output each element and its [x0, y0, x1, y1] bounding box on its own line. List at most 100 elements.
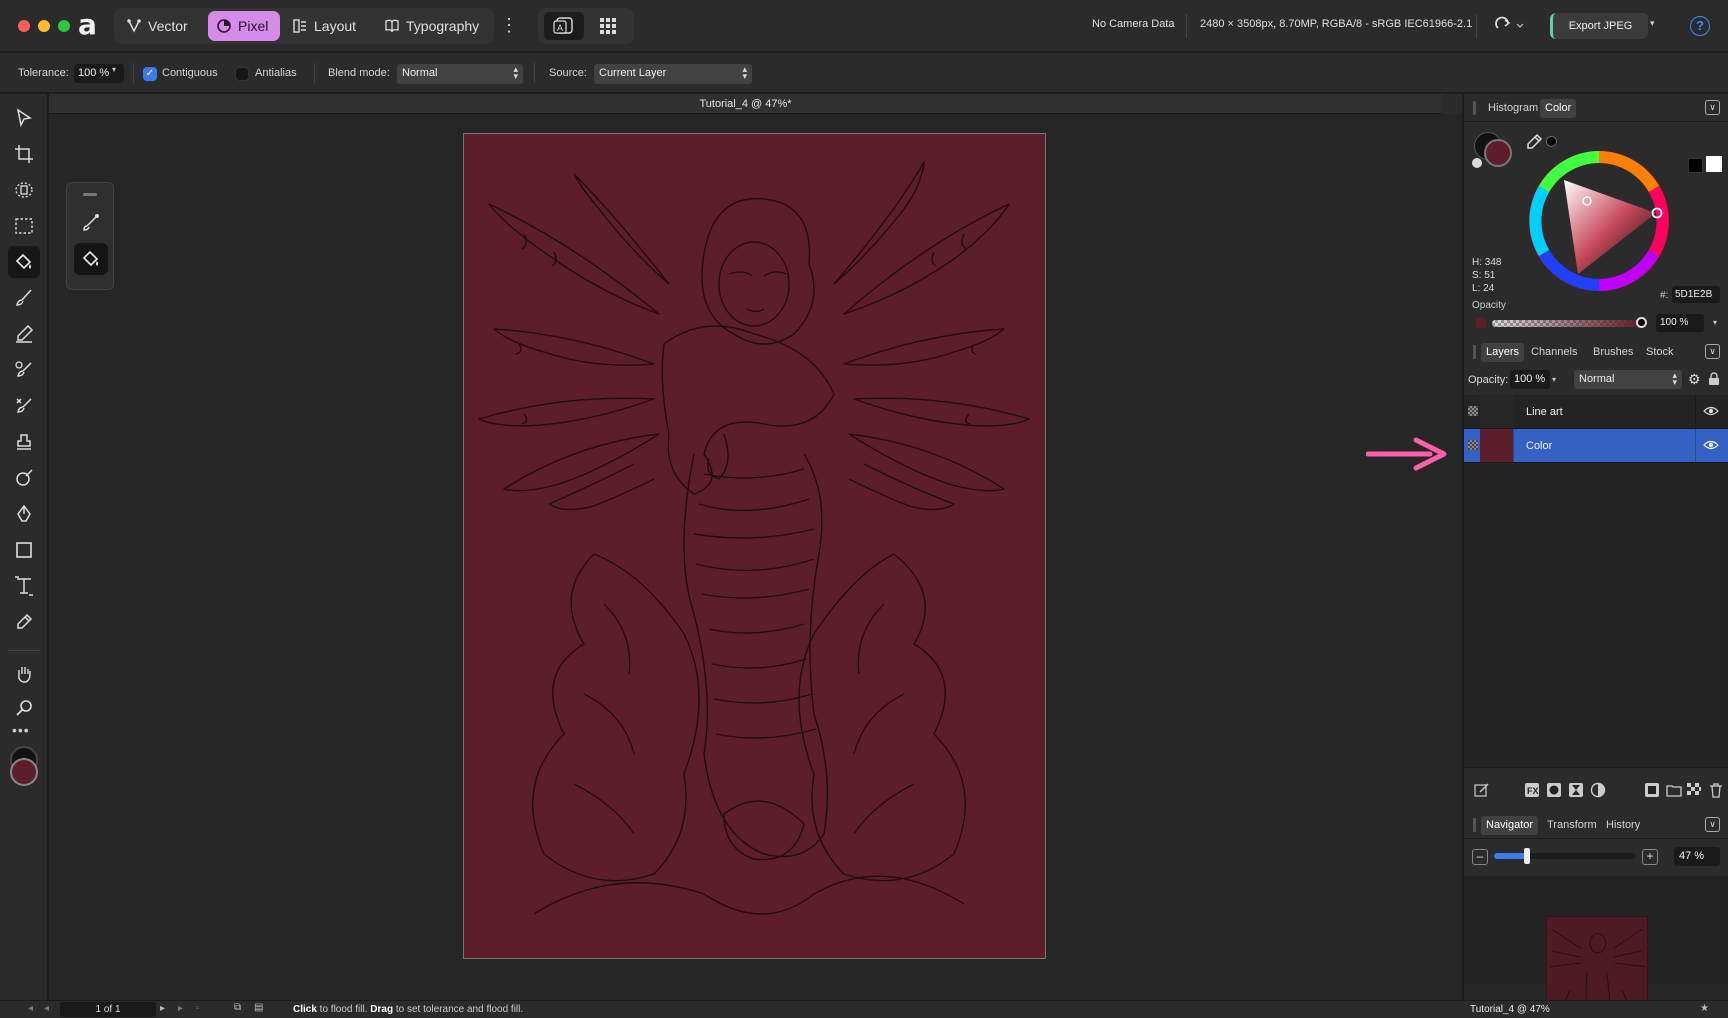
layer-blend-mode-select[interactable]: Normal ▴ ▾ [1574, 370, 1682, 389]
antialias-checkbox[interactable] [235, 67, 249, 81]
pixel-layer-icon[interactable] [1686, 782, 1702, 798]
no-color-swatch[interactable] [1472, 158, 1482, 168]
layout-persona-button[interactable]: Layout [284, 11, 370, 41]
window-close-button[interactable] [18, 20, 30, 32]
opacity-input[interactable]: 100 % [1656, 314, 1704, 332]
typography-persona-button[interactable]: Typography [376, 11, 490, 41]
pen-tool[interactable] [8, 498, 40, 530]
more-personas-button[interactable]: ⋮ [500, 14, 518, 38]
sync-button[interactable] [1490, 14, 1526, 38]
export-options-chevron-icon[interactable]: ▾ [1650, 18, 1655, 29]
pages-icon[interactable]: ⧉ [234, 1002, 241, 1013]
stroke-color-swatch[interactable] [1484, 139, 1512, 167]
opacity-chevron-down-icon[interactable]: ▾ [1708, 314, 1722, 332]
opacity-slider-handle[interactable] [1636, 317, 1647, 328]
tab-layers[interactable]: Layers [1481, 343, 1525, 362]
panel-collapse-chevron-icon[interactable]: ∨ [1705, 344, 1720, 359]
layer-row-line-art[interactable]: Line art [1464, 395, 1728, 429]
group-folder-icon[interactable] [1666, 782, 1682, 798]
black-swatch[interactable] [1688, 158, 1703, 173]
stamp-tool[interactable] [8, 426, 40, 458]
layer-opacity-chevron-down-icon[interactable]: ▾ [1552, 370, 1564, 389]
tab-channels[interactable]: Channels [1526, 343, 1582, 362]
tolerance-input[interactable]: 100 % [74, 64, 124, 83]
retouch-brush-tool[interactable] [8, 390, 40, 422]
visibility-eye-icon[interactable] [1702, 439, 1720, 451]
hex-input[interactable]: 5D1E2B [1672, 286, 1720, 303]
layer-row-color[interactable]: Color [1464, 429, 1728, 463]
artistic-text-tool[interactable] [8, 570, 40, 602]
tolerance-chevron-down-icon[interactable]: ▾ [112, 65, 116, 74]
live-filter-icon[interactable] [1568, 782, 1584, 798]
rectangle-tool[interactable] [8, 534, 40, 566]
pixel-persona-button[interactable]: Pixel [208, 11, 280, 41]
secondary-color-swatch[interactable] [10, 758, 38, 786]
contiguous-checkbox[interactable]: ✓ [143, 67, 157, 81]
last-page-icon[interactable]: ▸ [178, 1003, 183, 1014]
zoom-input[interactable]: 47 % [1674, 847, 1720, 866]
color-picker-tool[interactable] [8, 606, 40, 638]
layer-effects-icon[interactable] [1644, 782, 1660, 798]
tab-brushes[interactable]: Brushes [1588, 343, 1638, 362]
more-tools-button[interactable]: ••• [12, 722, 30, 738]
opacity-slider[interactable] [1492, 320, 1642, 327]
marquee-tool[interactable] [8, 210, 40, 242]
layer-opacity-input[interactable]: 100 % [1510, 370, 1550, 389]
adjustment-icon[interactable] [1590, 782, 1606, 798]
favorite-star-icon[interactable]: ★ [1700, 1003, 1709, 1014]
clone-brush-tool[interactable] [8, 354, 40, 386]
zoom-tool[interactable] [8, 692, 40, 724]
tab-stock[interactable]: Stock [1641, 343, 1679, 362]
tab-color[interactable]: Color [1540, 99, 1577, 118]
trash-icon[interactable] [1708, 782, 1724, 798]
assistant-button[interactable]: A [544, 12, 584, 40]
previous-page-icon[interactable]: ◂ [44, 1003, 49, 1014]
affinity-logo-icon[interactable]: a [78, 10, 106, 40]
panel-collapse-chevron-icon[interactable]: ∨ [1705, 100, 1720, 115]
zoom-out-button[interactable]: – [1472, 849, 1488, 865]
help-button[interactable]: ? [1690, 16, 1710, 36]
smudge-tool[interactable] [8, 462, 40, 494]
drag-handle[interactable] [1473, 818, 1476, 832]
flood-fill-subtool[interactable] [74, 243, 108, 275]
tab-histogram[interactable]: Histogram [1483, 99, 1543, 118]
edit-layer-icon[interactable] [1474, 782, 1490, 798]
document-icon[interactable]: ▤ [254, 1002, 263, 1013]
blend-mode-select[interactable]: Normal ▴ ▾ [397, 64, 523, 84]
gear-icon[interactable]: ⚙ [1688, 371, 1704, 387]
zoom-slider-handle[interactable] [1524, 848, 1531, 864]
drag-handle[interactable] [83, 193, 97, 196]
visibility-eye-icon[interactable] [1702, 405, 1720, 417]
selection-brush-tool[interactable] [8, 174, 40, 206]
panel-collapse-chevron-icon[interactable]: ∨ [1705, 817, 1720, 832]
hsl-color-wheel[interactable] [1524, 146, 1674, 296]
pixel-tool[interactable] [8, 318, 40, 350]
drag-handle[interactable] [1473, 101, 1476, 115]
export-jpeg-button[interactable]: Export JPEG [1550, 13, 1648, 39]
source-select[interactable]: Current Layer ▴ ▾ [594, 64, 752, 84]
layer-drag-handle[interactable] [1468, 406, 1478, 416]
layer-drag-handle[interactable] [1468, 440, 1478, 450]
tab-navigator[interactable]: Navigator [1481, 816, 1539, 835]
artboard[interactable] [463, 133, 1046, 959]
tab-history[interactable]: History [1601, 816, 1645, 835]
page-options-icon[interactable]: ▫ [196, 1003, 200, 1014]
vector-persona-button[interactable]: Vector [118, 11, 202, 41]
drag-handle[interactable] [1473, 345, 1476, 359]
document-tab[interactable]: Tutorial_4 @ 47%* [49, 94, 1442, 114]
page-indicator[interactable]: 1 of 1 [60, 1002, 156, 1017]
canvas-area[interactable]: Tutorial_4 @ 47%* [49, 94, 1462, 1000]
next-page-icon[interactable]: ▸ [160, 1003, 165, 1014]
mask-icon[interactable] [1546, 782, 1562, 798]
zoom-slider[interactable] [1494, 848, 1636, 864]
paint-brush-subtool[interactable] [74, 207, 108, 239]
window-zoom-button[interactable] [58, 20, 70, 32]
fx-icon[interactable]: FX [1524, 782, 1540, 798]
flood-fill-tool[interactable] [8, 246, 40, 278]
zoom-in-button[interactable]: + [1642, 849, 1658, 865]
white-swatch[interactable] [1706, 156, 1722, 172]
first-page-icon[interactable]: ◂ [28, 1003, 33, 1014]
window-minimize-button[interactable] [38, 20, 50, 32]
tab-transform[interactable]: Transform [1542, 816, 1602, 835]
view-tool[interactable] [8, 658, 40, 690]
